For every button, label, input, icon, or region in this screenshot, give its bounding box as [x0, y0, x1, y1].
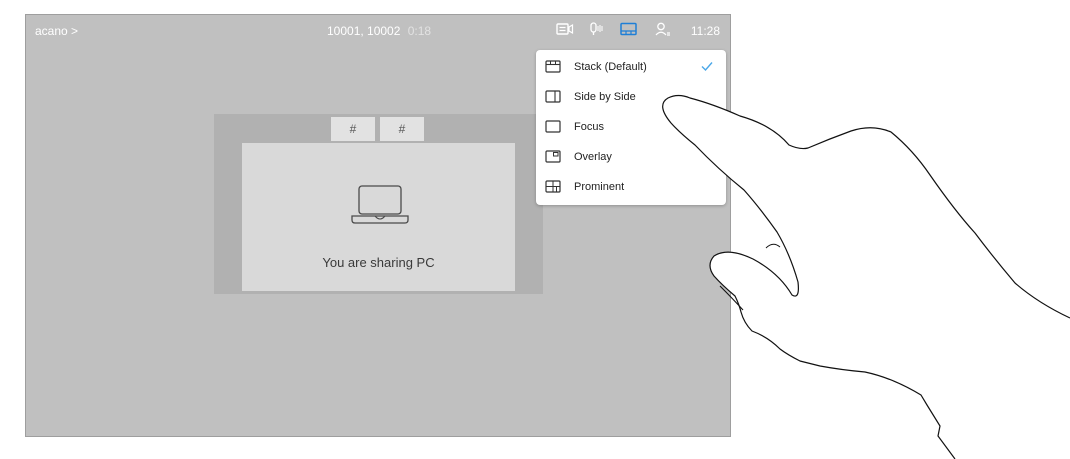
laptop-icon — [351, 185, 409, 224]
video-screen: acano > 10001, 10002 0:18 11:28 # # You … — [25, 14, 731, 437]
focus-layout-icon — [545, 120, 561, 133]
top-bar: acano > 10001, 10002 0:18 11:28 — [26, 15, 730, 47]
call-info: 10001, 10002 0:18 — [327, 24, 431, 38]
video-icon[interactable] — [556, 22, 574, 36]
layout-option-label: Prominent — [574, 181, 625, 193]
layout-option-label: Focus — [574, 121, 604, 133]
clock: 11:28 — [690, 24, 720, 38]
presentation-area: You are sharing PC — [242, 143, 515, 291]
participants-icon[interactable] — [655, 22, 671, 36]
layout-option-stack[interactable]: Stack (Default) — [536, 52, 726, 82]
breadcrumb[interactable]: acano > — [35, 24, 78, 38]
checkmark-icon — [701, 62, 713, 72]
pointing-hand-illustration — [662, 94, 1070, 459]
participant-tile[interactable]: # — [331, 117, 375, 141]
call-stage: # # You are sharing PC — [214, 114, 543, 294]
microphone-icon[interactable] — [589, 22, 603, 36]
side-by-side-layout-icon — [545, 90, 561, 103]
sharing-status: You are sharing PC — [322, 255, 435, 270]
participant-tile[interactable]: # — [380, 117, 424, 141]
overlay-layout-icon — [545, 150, 561, 163]
stack-layout-icon — [545, 60, 561, 73]
prominent-layout-icon — [545, 180, 561, 193]
call-timer: 0:18 — [407, 24, 432, 38]
layout-option-label: Side by Side — [574, 91, 636, 103]
layout-option-label: Overlay — [574, 151, 612, 163]
layout-icon[interactable] — [620, 22, 637, 36]
call-numbers: 10001, 10002 — [327, 24, 401, 38]
layout-option-label: Stack (Default) — [574, 61, 647, 73]
